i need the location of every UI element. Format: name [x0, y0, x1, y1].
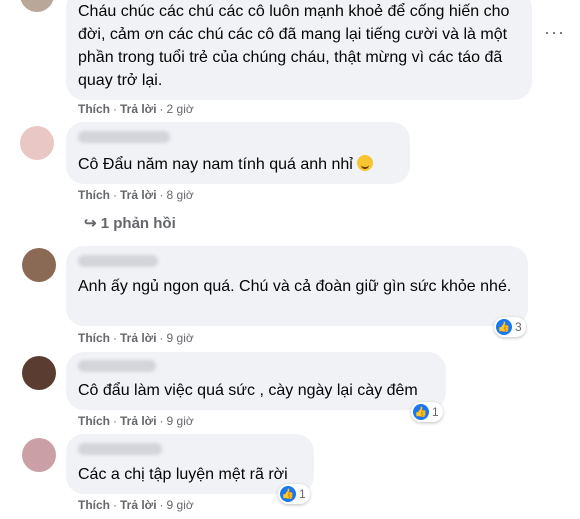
avatar[interactable]	[22, 438, 56, 472]
reply-link[interactable]: Trả lời	[120, 102, 157, 116]
reply-link[interactable]: Trả lời	[120, 331, 157, 345]
avatar[interactable]	[20, 126, 54, 160]
more-options-icon[interactable]: ···	[544, 22, 565, 43]
reply-link[interactable]: Trả lời	[120, 414, 157, 428]
comment-actions: Thích · Trả lời · 2 giờ	[78, 102, 194, 116]
reaction-count[interactable]: 👍 1	[411, 402, 443, 422]
comment-text: Cô Đẩu năm nay nam tính quá anh nhỉ	[78, 153, 374, 176]
like-icon: 👍	[496, 319, 512, 335]
grinning-face-icon	[357, 155, 374, 171]
like-link[interactable]: Thích	[78, 188, 110, 202]
timestamp[interactable]: 2 giờ	[167, 102, 194, 116]
comment-actions: Thích · Trả lời · 9 giờ	[78, 498, 194, 512]
comment-text: Cô đẩu làm việc quá sức , cày ngày lại c…	[78, 382, 418, 399]
comment-actions: Thích · Trả lời · 9 giờ	[78, 331, 194, 345]
like-icon: 👍	[413, 404, 429, 420]
avatar[interactable]	[20, 0, 54, 12]
like-link[interactable]: Thích	[78, 102, 110, 116]
like-icon: 👍	[280, 486, 296, 502]
reply-link[interactable]: Trả lời	[120, 498, 157, 512]
like-link[interactable]: Thích	[78, 414, 110, 428]
reply-link[interactable]: Trả lời	[120, 188, 157, 202]
comment-text: Anh ấy ngủ ngon quá. Chú và cả đoàn giữ …	[78, 278, 512, 295]
commenter-name[interactable]	[78, 443, 162, 455]
comment-actions: Thích · Trả lời · 8 giờ	[78, 188, 194, 202]
timestamp[interactable]: 8 giờ	[167, 188, 194, 202]
timestamp[interactable]: 9 giờ	[167, 331, 194, 345]
commenter-name[interactable]	[78, 360, 156, 372]
avatar[interactable]	[22, 356, 56, 390]
timestamp[interactable]: 9 giờ	[167, 414, 194, 428]
like-link[interactable]: Thích	[78, 331, 110, 345]
comment-text: Cháu chúc các chú các cô luôn mạnh khoẻ …	[78, 3, 510, 89]
view-replies-link[interactable]: ↪ 1 phản hồi	[84, 214, 176, 232]
timestamp[interactable]: 9 giờ	[167, 498, 194, 512]
avatar[interactable]	[22, 248, 56, 282]
commenter-name[interactable]	[78, 131, 170, 143]
comment-actions: Thích · Trả lời · 9 giờ	[78, 414, 194, 428]
like-link[interactable]: Thích	[78, 498, 110, 512]
reaction-count[interactable]: 👍 3	[494, 317, 526, 337]
commenter-name[interactable]	[78, 255, 158, 267]
reaction-count[interactable]: 👍 1	[278, 484, 310, 504]
comment-text: Các a chị tập luyện mệt rã rời	[78, 466, 288, 483]
